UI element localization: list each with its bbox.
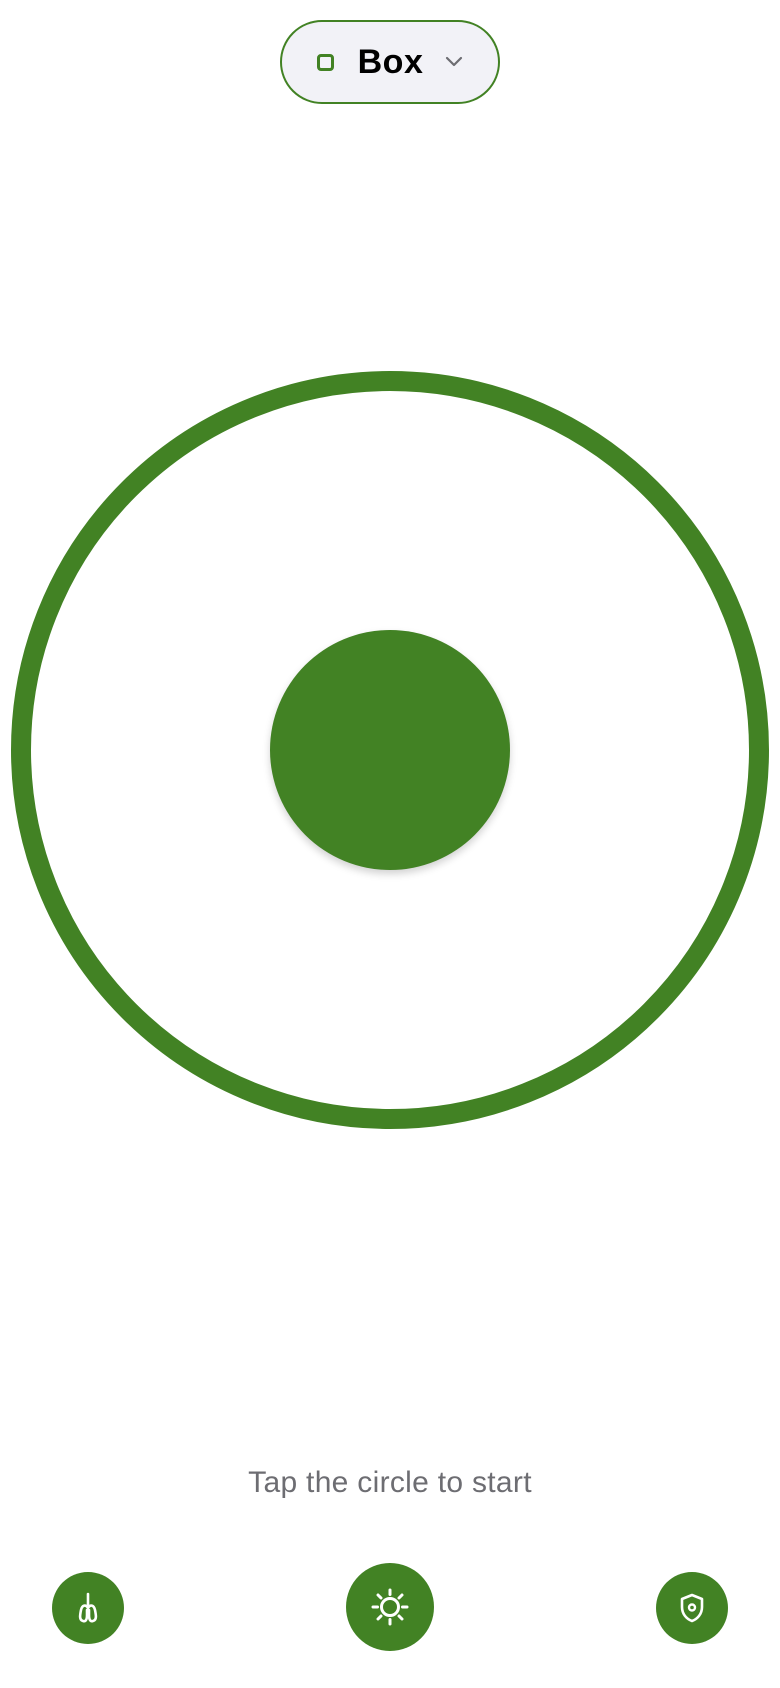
theme-button[interactable] <box>346 1563 434 1651</box>
privacy-button[interactable] <box>656 1572 728 1644</box>
lungs-button[interactable] <box>52 1572 124 1644</box>
square-icon <box>316 53 334 71</box>
mode-label: Box <box>357 42 424 81</box>
sun-icon <box>371 1588 409 1626</box>
lungs-icon <box>78 1592 98 1623</box>
shield-icon <box>680 1593 704 1623</box>
breathing-mode-selector[interactable]: Box <box>280 20 500 104</box>
breathing-start-circle[interactable] <box>270 630 510 870</box>
start-hint: Tap the circle to start <box>248 1466 532 1499</box>
chevron-down-icon <box>446 56 463 67</box>
